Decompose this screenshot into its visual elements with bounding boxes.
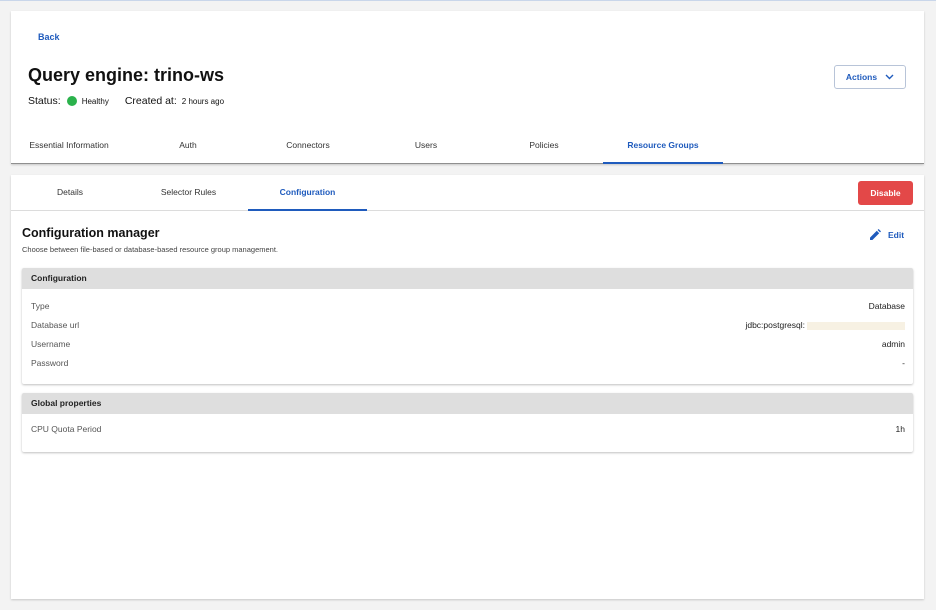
configuration-panel: Configuration Type Database Database url… <box>22 268 913 384</box>
sub-tabs: Details Selector Rules Configuration <box>11 175 924 211</box>
configuration-panel-header: Configuration <box>22 268 913 289</box>
pencil-icon <box>870 229 881 240</box>
property-row-database-url: Database url jdbc:postgresql: <box>22 315 913 334</box>
property-value: admin <box>881 339 905 349</box>
tab-selector-rules[interactable]: Selector Rules <box>129 175 248 211</box>
property-value-url: jdbc:postgresql: <box>745 320 905 330</box>
property-value: - <box>902 358 905 368</box>
tab-configuration[interactable]: Configuration <box>248 175 367 211</box>
page-title: Query engine: trino-ws <box>28 65 225 85</box>
property-key: CPU Quota Period <box>31 424 102 434</box>
status-dot-icon <box>66 96 77 106</box>
back-link[interactable]: Back <box>38 32 60 42</box>
global-properties-panel-header: Global properties <box>22 393 913 414</box>
edit-button[interactable]: Edit <box>869 229 904 241</box>
edit-label: Edit <box>888 230 905 240</box>
tab-resource-groups[interactable]: Resource Groups <box>603 135 723 164</box>
engine-header-card: Back Query engine: trino-ws Status: Heal… <box>11 11 924 164</box>
chevron-down-icon <box>885 72 894 82</box>
database-url-value: jdbc:postgresql: <box>745 320 805 330</box>
actions-label: Actions <box>845 72 878 82</box>
created-label: Created at: <box>124 95 177 107</box>
status-label: Status: <box>28 95 61 107</box>
property-value: Database <box>868 301 905 311</box>
property-row-password: Password - <box>22 353 913 372</box>
tab-auth[interactable]: Auth <box>127 135 249 164</box>
tab-essential-information[interactable]: Essential Information <box>11 135 127 164</box>
property-key: Username <box>31 339 71 349</box>
tab-users[interactable]: Users <box>367 135 485 164</box>
main-tabs: Essential Information Auth Connectors Us… <box>11 135 924 164</box>
property-key: Type <box>31 301 50 311</box>
redacted-block <box>807 321 905 330</box>
section-title: Configuration manager <box>22 226 160 240</box>
property-row-cpu-quota-period: CPU Quota Period 1h <box>22 419 913 438</box>
property-key: Password <box>31 358 69 368</box>
status-value: Healthy <box>81 96 109 106</box>
global-properties-panel: Global properties CPU Quota Period 1h <box>22 393 913 452</box>
tab-details[interactable]: Details <box>11 175 129 211</box>
section-description: Choose between file-based or database-ba… <box>22 245 278 254</box>
tab-policies[interactable]: Policies <box>485 135 603 164</box>
status-row: Status: Healthy Created at: 2 hours ago <box>28 95 224 107</box>
property-key: Database url <box>31 320 80 330</box>
created-value: 2 hours ago <box>181 96 225 106</box>
property-row-type: Type Database <box>22 296 913 315</box>
disable-button[interactable]: Disable <box>858 181 913 205</box>
property-value: 1h <box>895 424 905 434</box>
actions-button[interactable]: Actions <box>834 65 906 89</box>
tab-connectors[interactable]: Connectors <box>249 135 367 164</box>
resource-groups-card: Details Selector Rules Configuration Dis… <box>11 175 924 599</box>
property-row-username: Username admin <box>22 334 913 353</box>
